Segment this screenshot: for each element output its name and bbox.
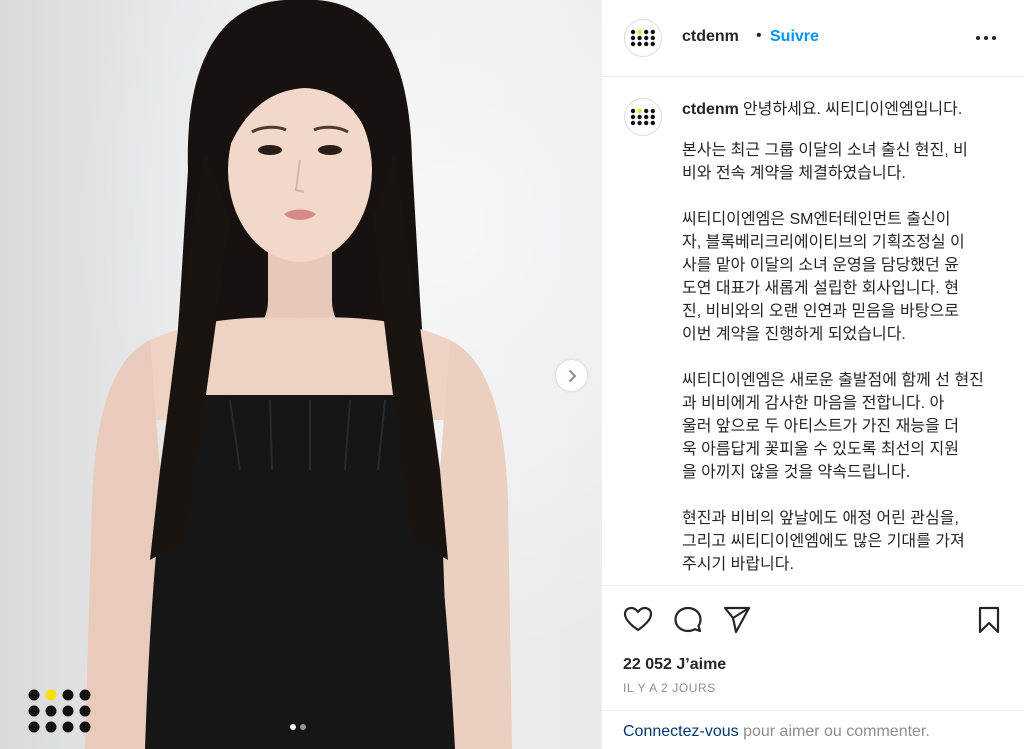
action-bar xyxy=(602,597,1024,641)
bookmark-icon[interactable] xyxy=(974,605,1004,635)
caption-paragraph: 현진과 비비의 앞날에도 애정 어린 관심을, 그리고 씨티디이엔엠에도 많은 … xyxy=(682,510,965,573)
comment-icon[interactable] xyxy=(673,605,703,635)
send-icon[interactable] xyxy=(722,605,752,635)
ctdenm-watermark-logo-icon xyxy=(28,689,91,733)
caption-section: ctdenm 안녕하세요. 씨티디이엔엠입니다. 본사는 최근 그룹 이달의 소녀… xyxy=(602,78,1024,586)
carousel-next-button[interactable] xyxy=(556,360,587,391)
login-link[interactable]: Connectez-vous xyxy=(623,723,739,740)
caption-paragraph: 본사는 최근 그룹 이달의 소녀 출신 현진, 비 비와 전속 계약을 체결하였… xyxy=(682,142,968,182)
separator-dot: • xyxy=(756,27,762,44)
ctdenm-logo-icon xyxy=(630,29,655,47)
caption-paragraph: 씨티디이엔엠은 새로운 출발점에 함께 선 현진 과 비비에게 감사한 마음을 … xyxy=(682,372,984,481)
login-prompt: Connectez-vous pour aimer ou commenter. xyxy=(602,710,1024,749)
caption-paragraph: 씨티디이엔엠은 SM엔터테인먼트 출신이 자, 블록베리크리에이티브의 기획조정… xyxy=(682,211,965,343)
ctdenm-logo-icon xyxy=(630,108,655,126)
post-side-panel: ctdenm • Suivre ctdenm 안녕하세요. 씨티디이엔엠입니다. … xyxy=(601,0,1024,749)
caption-username-link[interactable]: ctdenm xyxy=(682,101,739,118)
login-prompt-text: Connectez-vous pour aimer ou commenter. xyxy=(623,723,930,741)
username-link[interactable]: ctdenm xyxy=(682,28,739,46)
avatar[interactable] xyxy=(624,98,662,136)
post-photo xyxy=(85,0,512,749)
login-prompt-rest: pour aimer ou commenter. xyxy=(738,723,930,740)
caption-first-line: ctdenm 안녕하세요. 씨티디이엔엠입니다. xyxy=(682,98,1012,121)
chevron-right-icon xyxy=(568,369,576,382)
caption-greeting: 안녕하세요. 씨티디이엔엠입니다. xyxy=(742,101,963,118)
heart-icon[interactable] xyxy=(623,605,653,635)
caption-text: ctdenm 안녕하세요. 씨티디이엔엠입니다. 본사는 최근 그룹 이달의 소녀… xyxy=(682,98,1012,585)
right-eye xyxy=(318,145,342,155)
post-media[interactable] xyxy=(0,0,601,749)
carousel-dot xyxy=(300,724,306,730)
carousel-dot xyxy=(290,724,296,730)
avatar[interactable] xyxy=(624,19,662,57)
left-eye xyxy=(258,145,282,155)
follow-button[interactable]: Suivre xyxy=(770,28,819,46)
more-horizontal-icon[interactable] xyxy=(974,26,998,50)
carousel-indicator xyxy=(290,724,306,730)
post-timestamp[interactable]: IL Y A 2 JOURS xyxy=(623,681,716,695)
post-header: ctdenm • Suivre xyxy=(602,0,1024,77)
like-count[interactable]: 22 052 J’aime xyxy=(623,656,726,674)
